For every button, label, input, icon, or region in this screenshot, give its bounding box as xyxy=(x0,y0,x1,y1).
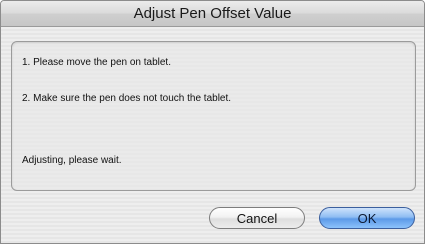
message-group-box: 1. Please move the pen on tablet. 2. Mak… xyxy=(11,41,416,191)
dialog-body: 1. Please move the pen on tablet. 2. Mak… xyxy=(1,27,424,243)
dialog-window: Adjust Pen Offset Value 1. Please move t… xyxy=(0,0,425,244)
status-message: Adjusting, please wait. xyxy=(22,155,122,166)
title-bar[interactable]: Adjust Pen Offset Value xyxy=(1,1,424,27)
dialog-title: Adjust Pen Offset Value xyxy=(133,5,292,22)
instruction-step-1: 1. Please move the pen on tablet. xyxy=(22,57,171,68)
ok-button[interactable]: OK xyxy=(319,207,415,229)
cancel-button[interactable]: Cancel xyxy=(209,207,305,229)
instruction-step-2: 2. Make sure the pen does not touch the … xyxy=(22,93,232,104)
